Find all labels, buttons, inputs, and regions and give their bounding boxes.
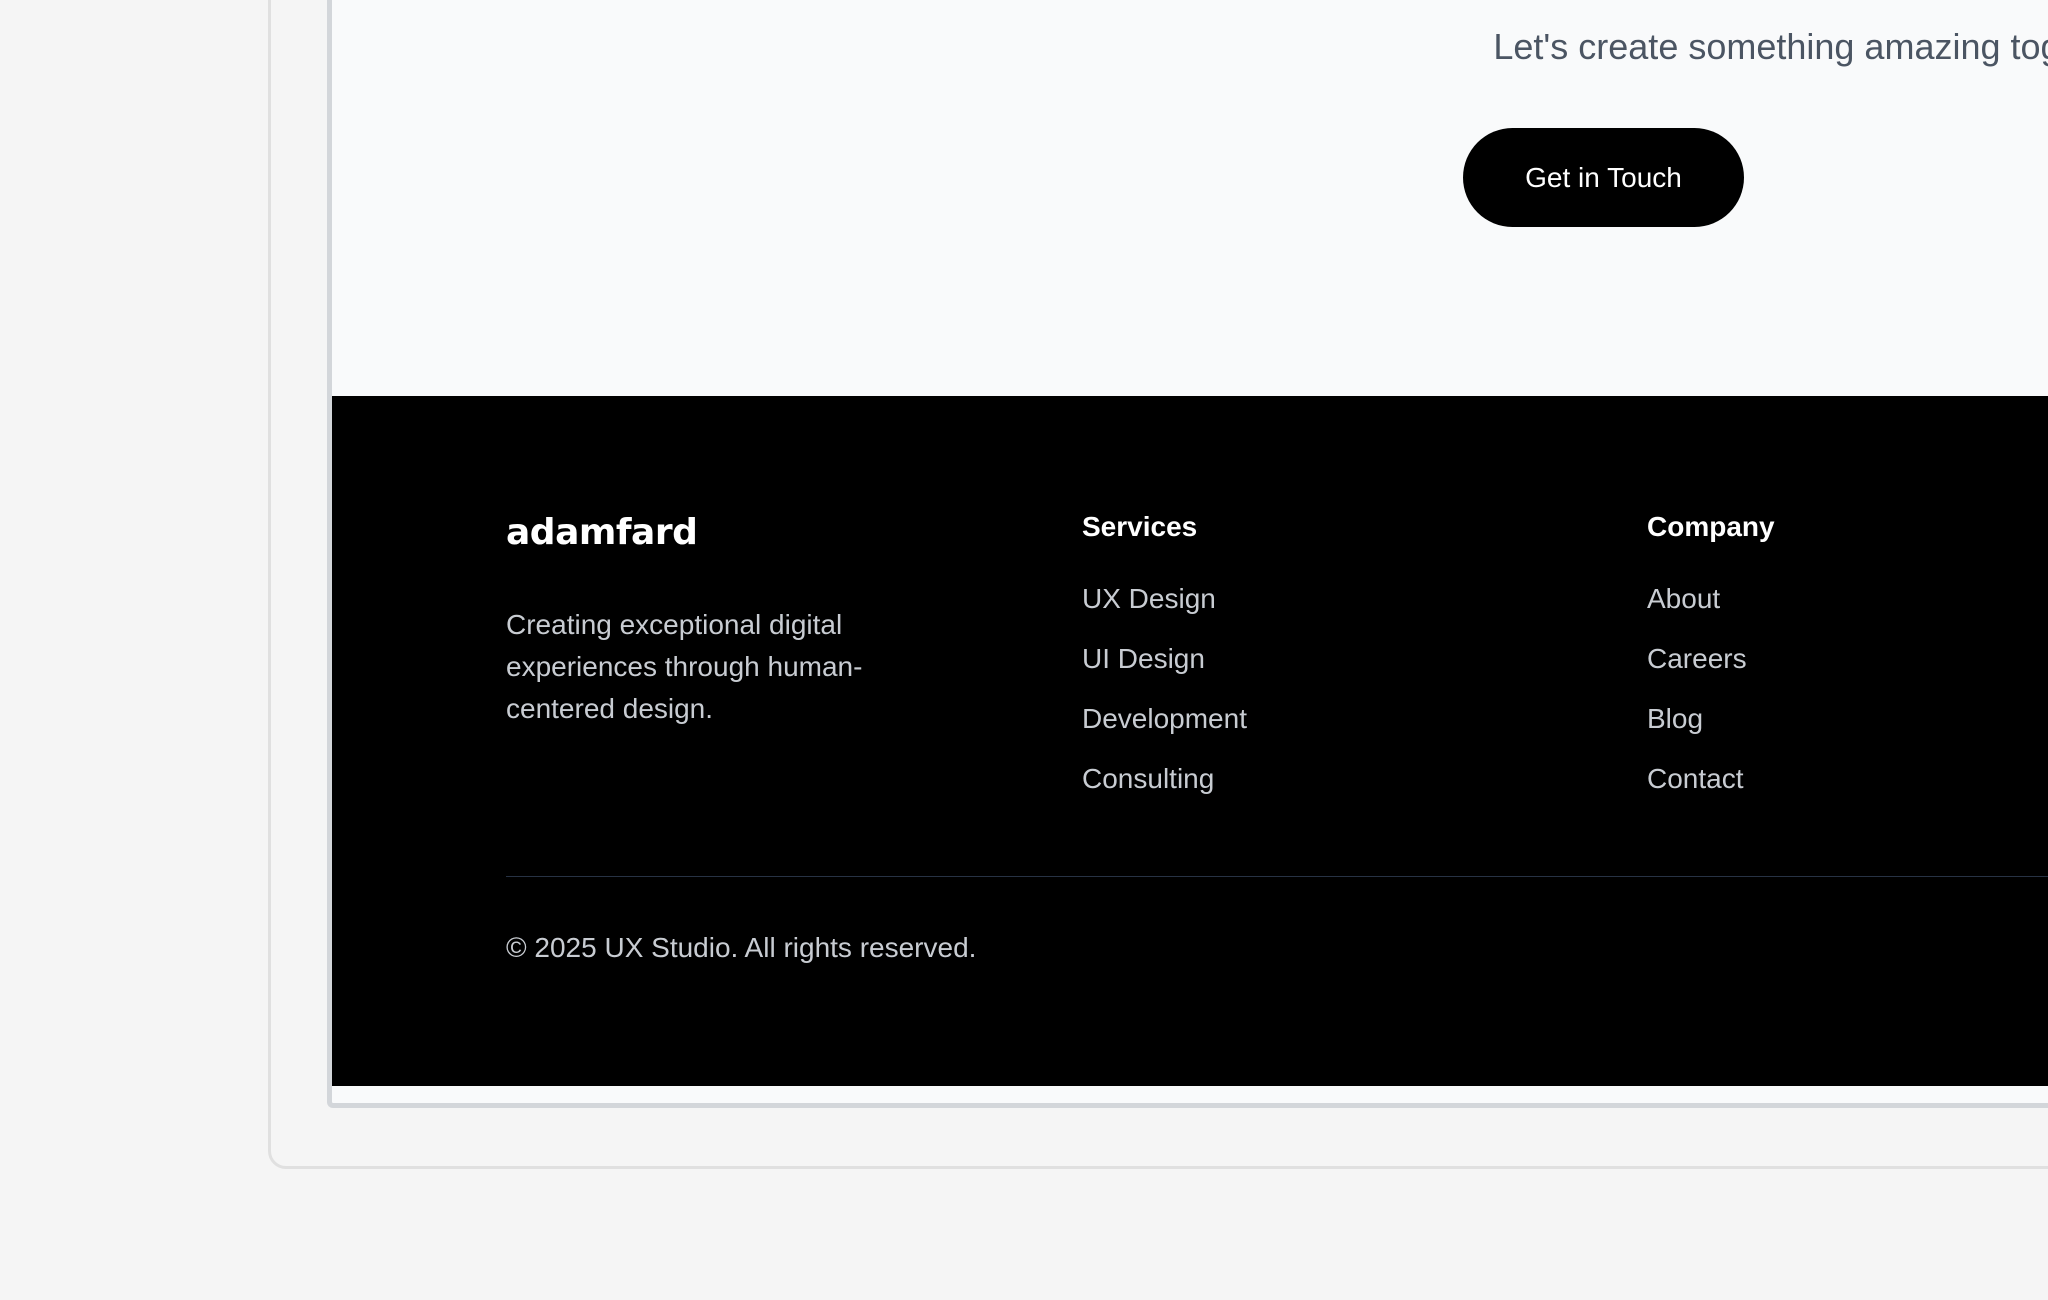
list-item: UI Design: [1082, 642, 1247, 680]
get-in-touch-button[interactable]: Get in Touch: [1463, 128, 1744, 227]
list-item: Development: [1082, 702, 1247, 740]
list-item: About: [1647, 582, 1775, 620]
list-item: UX Design: [1082, 582, 1247, 620]
footer-link-ux-design[interactable]: UX Design: [1082, 583, 1216, 614]
footer-link-contact[interactable]: Contact: [1647, 763, 1744, 794]
copyright-text: © 2025 UX Studio. All rights reserved.: [506, 932, 977, 963]
footer-column-company: Company About Careers Blog Contact: [1647, 510, 1775, 822]
footer-link-ui-design[interactable]: UI Design: [1082, 643, 1205, 674]
footer-divider: [506, 876, 2048, 877]
list-item: Careers: [1647, 642, 1775, 680]
footer-link-about[interactable]: About: [1647, 583, 1720, 614]
list-item: Consulting: [1082, 762, 1247, 800]
cta-subtitle: Let's create something amazing together.: [1493, 26, 2048, 67]
brand-logo[interactable]: adamfard: [506, 512, 698, 553]
cta-section: Let's create something amazing together.…: [332, 0, 2048, 416]
footer-column-services: Services UX Design UI Design Development…: [1082, 510, 1247, 822]
footer-link-consulting[interactable]: Consulting: [1082, 763, 1214, 794]
footer-link-list: UX Design UI Design Development Consulti…: [1082, 582, 1247, 800]
footer-column-heading: Company: [1647, 511, 1775, 542]
footer-column-heading: Services: [1082, 511, 1198, 542]
brand-description: Creating exceptional digital experiences…: [506, 609, 863, 724]
footer-link-list: About Careers Blog Contact: [1647, 582, 1775, 800]
footer-link-careers[interactable]: Careers: [1647, 643, 1747, 674]
footer-link-development[interactable]: Development: [1082, 703, 1247, 734]
list-item: Contact: [1647, 762, 1775, 800]
site-footer: adamfard Creating exceptional digital ex…: [332, 396, 2048, 1086]
list-item: Blog: [1647, 702, 1775, 740]
page-viewport: Let's create something amazing together.…: [327, 0, 2048, 1108]
footer-link-blog[interactable]: Blog: [1647, 703, 1703, 734]
